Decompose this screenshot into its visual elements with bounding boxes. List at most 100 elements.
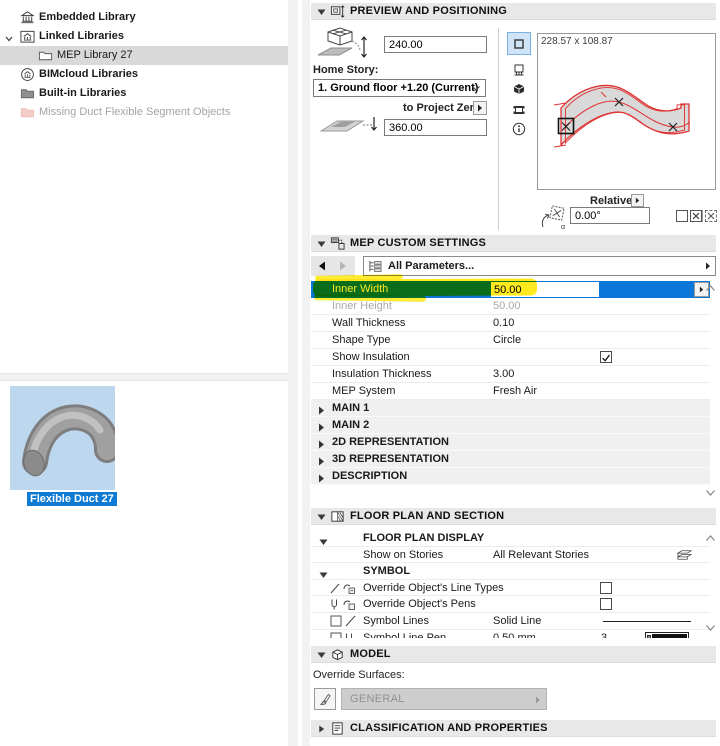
- all-parameters-label: All Parameters...: [388, 260, 475, 272]
- preview-pane: 228.57 x 108.87: [537, 33, 716, 190]
- tree-item-bimcloud-libraries[interactable]: BIMcloud Libraries: [0, 65, 288, 84]
- setting-label: FLOOR PLAN DISPLAY: [363, 532, 485, 544]
- param-row-insulation-thickness[interactable]: Insulation Thickness 3.00: [311, 366, 710, 383]
- scroll-up-icon[interactable]: [705, 534, 716, 542]
- setting-checkbox[interactable]: [600, 598, 612, 611]
- fps-row-floor-plan-display[interactable]: FLOOR PLAN DISPLAY: [311, 530, 710, 547]
- cube-3d-icon: [513, 83, 525, 94]
- setting-label: Show on Stories: [363, 548, 444, 561]
- arrow-right-icon: [536, 696, 540, 704]
- param-row-wall-thickness[interactable]: Wall Thickness 0.10: [311, 315, 710, 332]
- tree-item-mep-library-27[interactable]: MEP Library 27: [0, 46, 288, 65]
- to-project-zero-label: to Project Zero: [403, 102, 481, 114]
- stories-icon[interactable]: [676, 549, 693, 561]
- mirror-checkbox-x[interactable]: [690, 210, 702, 222]
- fps-row-symbol-lines[interactable]: Symbol Lines Solid Line: [311, 612, 710, 630]
- section-header-floorplan[interactable]: FLOOR PLAN AND SECTION: [311, 508, 716, 525]
- preview-mode-3d-button[interactable]: [507, 77, 531, 100]
- arrow-left-icon: [319, 261, 325, 271]
- fps-row-show-on-stories[interactable]: Show on Stories All Relevant Stories: [311, 546, 710, 564]
- fps-row-override-object-s-line-types[interactable]: Override Object's Line Types: [311, 579, 710, 597]
- tree-expand-icon[interactable]: [4, 32, 14, 42]
- home-story-value: 1. Ground floor +1.20 (Current): [318, 82, 479, 94]
- param-row-mep-system[interactable]: MEP System Fresh Air: [311, 383, 710, 400]
- scroll-down-icon[interactable]: [705, 489, 716, 497]
- param-label: MAIN 1: [332, 402, 370, 414]
- param-group-2d-representation[interactable]: 2D REPRESENTATION: [311, 434, 710, 451]
- mep-settings-icon: [330, 237, 345, 250]
- all-parameters-dropdown[interactable]: All Parameters...: [363, 256, 716, 276]
- collapse-triangle-icon[interactable]: [319, 568, 328, 579]
- param-group-description[interactable]: DESCRIPTION: [311, 468, 710, 485]
- expand-triangle-icon[interactable]: [318, 455, 326, 466]
- info-icon: [512, 122, 526, 135]
- height-bottom-field[interactable]: [384, 119, 487, 136]
- mirror-checkbox-dashed-x[interactable]: [705, 210, 717, 222]
- param-row-shape-type[interactable]: Shape Type Circle: [311, 332, 710, 349]
- paint-surfaces-button[interactable]: [314, 688, 336, 710]
- floorplan-section-icon: [331, 511, 344, 522]
- fps-row-symbol-line-pen[interactable]: Symbol Line Pen 0.50 mm 3: [311, 629, 710, 638]
- tree-item-linked-libraries[interactable]: Linked Libraries: [0, 27, 288, 46]
- panel-splitter[interactable]: [0, 373, 288, 381]
- param-label: MEP System: [332, 385, 396, 397]
- symbol-pen-icon: [329, 631, 357, 638]
- expand-triangle-icon[interactable]: [318, 472, 326, 483]
- preview-positioning-icon: [330, 5, 345, 18]
- height-top-field[interactable]: [384, 36, 487, 53]
- bottom-level-icon: [319, 117, 377, 132]
- tree-item-label: Embedded Library: [39, 11, 136, 23]
- rotation-angle-icon: α: [541, 205, 565, 230]
- surface-override-dropdown[interactable]: GENERAL: [341, 688, 547, 710]
- height-above-story-icon: [317, 27, 367, 58]
- tree-item-missing-duct-flexible-segment-objects[interactable]: Missing Duct Flexible Segment Objects: [0, 103, 288, 122]
- divider: [498, 28, 499, 230]
- fps-row-symbol[interactable]: SYMBOL: [311, 563, 710, 580]
- override-surfaces-label: Override Surfaces:: [313, 669, 405, 681]
- param-group-3d-representation[interactable]: 3D REPRESENTATION: [311, 451, 710, 468]
- mirror-checkbox-empty[interactable]: [676, 210, 688, 222]
- home-story-dropdown[interactable]: 1. Ground floor +1.20 (Current): [313, 79, 486, 97]
- tree-item-embedded-library[interactable]: Embedded Library: [0, 8, 288, 27]
- arrow-right-icon: [706, 262, 710, 270]
- section-header-mep[interactable]: MEP CUSTOM SETTINGS: [311, 235, 716, 252]
- expand-triangle-icon[interactable]: [318, 438, 326, 449]
- collapse-triangle-icon: [317, 9, 326, 15]
- section-header-model[interactable]: MODEL: [311, 646, 716, 663]
- fps-row-override-object-s-pens[interactable]: Override Object's Pens: [311, 596, 710, 613]
- object-thumbnail[interactable]: [10, 386, 120, 490]
- section-title: FLOOR PLAN AND SECTION: [350, 510, 505, 522]
- nav-forward-button[interactable]: [333, 256, 353, 276]
- scroll-up-icon[interactable]: [705, 284, 716, 292]
- left-scrollbar-track[interactable]: [288, 0, 298, 746]
- expand-triangle-icon[interactable]: [318, 421, 326, 432]
- x-mark-icon: [692, 212, 700, 220]
- param-value: Fresh Air: [493, 385, 538, 397]
- section-title: CLASSIFICATION AND PROPERTIES: [350, 722, 548, 734]
- section-header-classification[interactable]: CLASSIFICATION AND PROPERTIES: [311, 720, 716, 737]
- param-row-show-insulation[interactable]: Show Insulation: [311, 349, 710, 366]
- preview-info-button[interactable]: [507, 117, 531, 140]
- symbol-2d-icon: [514, 38, 524, 49]
- collapse-triangle-icon[interactable]: [319, 535, 328, 545]
- model-cube-icon: [332, 649, 343, 661]
- param-label: 3D REPRESENTATION: [332, 453, 449, 465]
- param-group-main-1[interactable]: MAIN 1: [311, 400, 710, 417]
- param-group-main-2[interactable]: MAIN 2: [311, 417, 710, 434]
- section-header-preview[interactable]: PREVIEW AND POSITIONING: [311, 3, 716, 20]
- setting-value: Solid Line: [493, 614, 542, 627]
- scroll-down-icon[interactable]: [705, 624, 716, 632]
- setting-label: Override Object's Pens: [363, 598, 476, 611]
- nav-back-button[interactable]: [312, 256, 332, 276]
- preview-mode-2d-symbol-button[interactable]: [507, 32, 531, 55]
- to-project-zero-button[interactable]: [473, 101, 487, 115]
- right-scrollbar-track[interactable]: [302, 0, 310, 746]
- setting-checkbox[interactable]: [600, 581, 612, 594]
- floorplan-settings-table: FLOOR PLAN DISPLAY Show on Stories All Rel…: [311, 530, 710, 638]
- tree-item-built-in-libraries[interactable]: Built-in Libraries: [0, 84, 288, 103]
- relative-options-button[interactable]: [631, 194, 644, 207]
- rotation-angle-field[interactable]: [570, 207, 650, 224]
- param-checkbox[interactable]: [600, 351, 612, 363]
- expand-triangle-icon[interactable]: [318, 404, 326, 415]
- setting-label: Symbol Lines: [363, 614, 430, 627]
